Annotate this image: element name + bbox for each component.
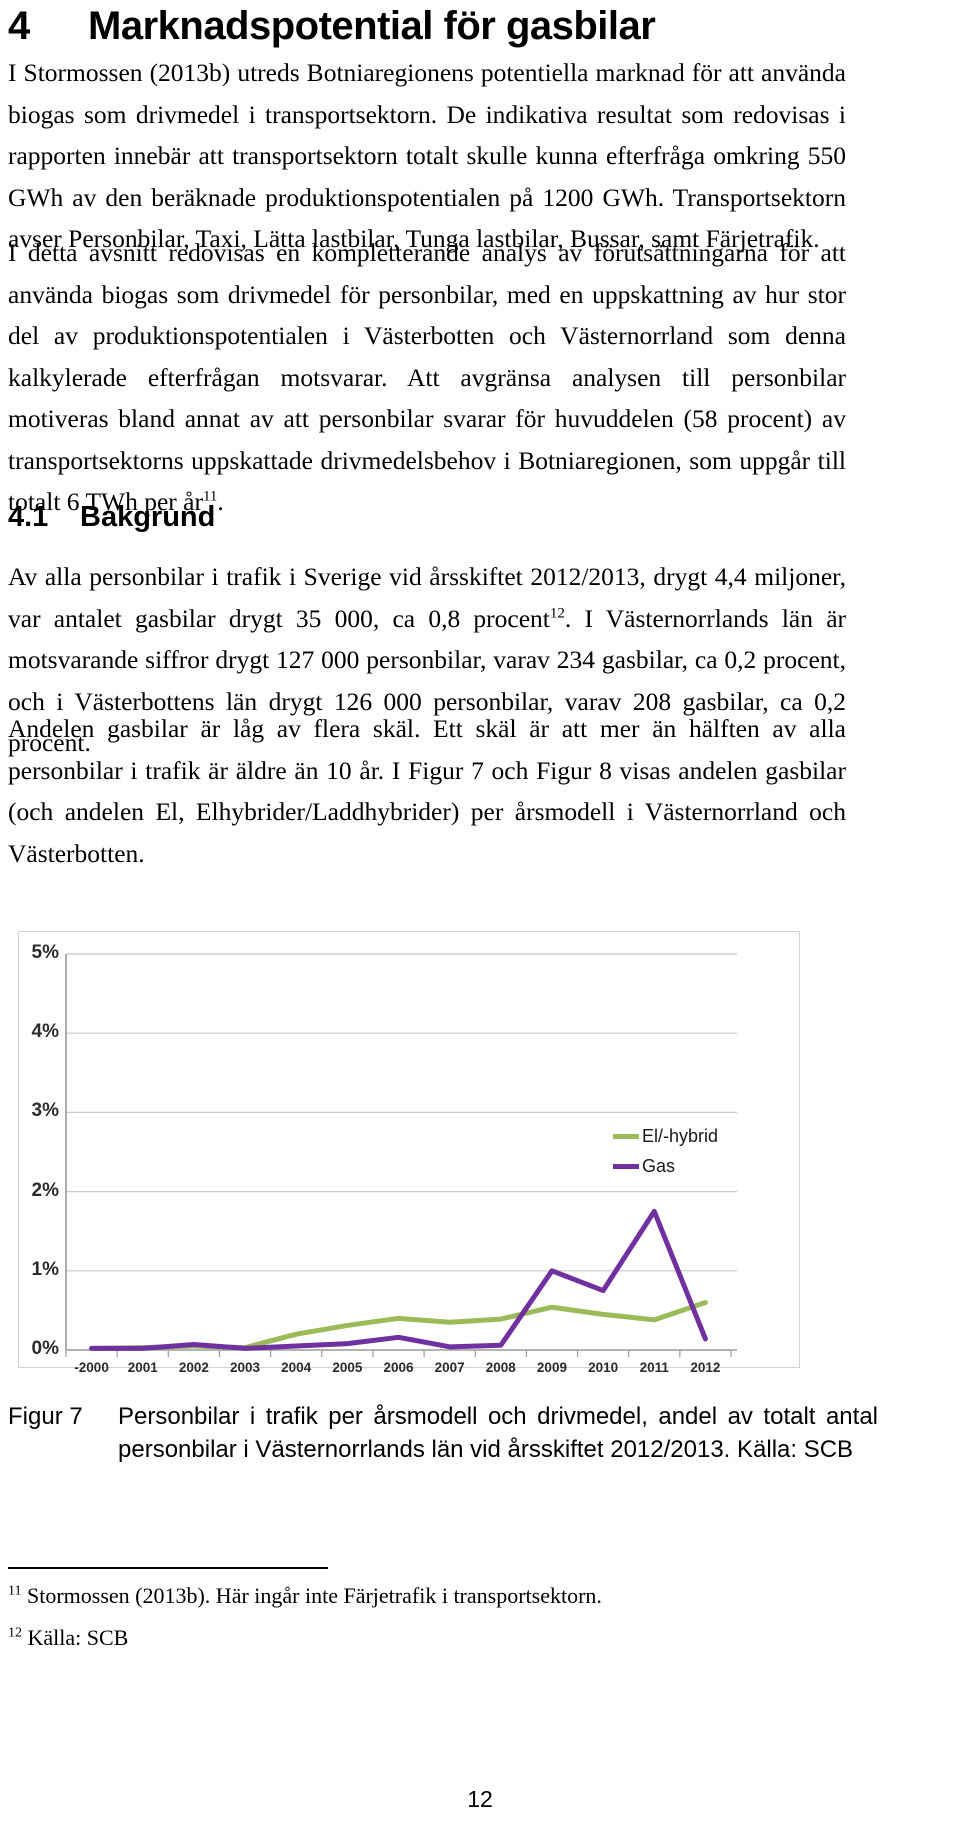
chart-y-tick-label: 2%	[31, 1179, 59, 1201]
page-number: 12	[467, 1786, 493, 1812]
paragraph-2-text: I detta avsnitt redovisas en komplettera…	[8, 238, 846, 516]
chart-gridlines	[66, 953, 737, 1351]
chapter-number: 4	[8, 4, 30, 48]
chart-x-ticks	[65, 1350, 732, 1357]
paragraph-2: I detta avsnitt redovisas en komplettera…	[8, 232, 846, 523]
footnote-11-text: Stormossen (2013b). Här ingår inte Färje…	[26, 1583, 602, 1608]
chapter-title: Marknadspotential för gasbilar	[88, 4, 656, 48]
chart-y-tick-label: 0%	[31, 1338, 59, 1359]
paragraph-1: I Stormossen (2013b) utreds Botniaregion…	[8, 58, 846, 253]
chart-x-tick-label: 2010	[588, 1360, 619, 1375]
chart-x-tick-label: 2009	[536, 1360, 567, 1375]
section-number: 4.1	[8, 501, 49, 533]
figure-label: Figur 7	[8, 1403, 83, 1430]
footnote-12: 12 Källa: SCB	[8, 1622, 128, 1654]
footnote-11: 11 Stormossen (2013b). Här ingår inte Fä…	[8, 1580, 602, 1612]
chart-x-tick-label: 2007	[434, 1360, 465, 1375]
chart-x-tick-label: 2008	[485, 1360, 516, 1375]
legend-swatch-el-hybrid	[613, 1133, 639, 1139]
chart-x-tick-label: 2001	[127, 1360, 158, 1375]
chart-line-gas	[89, 1208, 708, 1351]
figure-7-chart: 5% 4% 3% 2% 1% 0% -2000 2001 2002 2003 2004 2005 20…	[18, 931, 800, 1375]
figure-caption-text: Personbilar i trafik per årsmodell och d…	[118, 1403, 878, 1463]
chart-x-tick-label: 2011	[639, 1360, 669, 1375]
chart-x-tick-label: 2003	[230, 1360, 261, 1375]
footnote-12-text: Källa: SCB	[27, 1625, 129, 1650]
chart-x-tick-label: 2006	[383, 1360, 414, 1375]
paragraph-4: Andelen gasbilar är låg av flera skäl. E…	[8, 714, 846, 868]
chart-x-tick-label: 2002	[178, 1360, 209, 1375]
footnote-12-marker: 12	[8, 1625, 22, 1641]
legend-label-gas: Gas	[642, 1156, 676, 1176]
chart-x-tick-label: 2005	[332, 1360, 363, 1375]
footnote-separator	[8, 1567, 328, 1569]
chart-x-tick-label: 2012	[690, 1360, 721, 1375]
section-title: Bakgrund	[80, 501, 216, 533]
legend-label-el-hybrid: El/-hybrid	[642, 1126, 719, 1146]
chart-x-tick-label: -2000	[74, 1360, 109, 1375]
chart-series-group	[89, 1208, 708, 1351]
chart-y-tick-label: 5%	[31, 942, 59, 963]
chart-legend-item-gas: Gas	[613, 1156, 675, 1177]
figure-caption: Figur 7 Personbilar i trafik per årsmode…	[8, 1400, 878, 1466]
paragraph-2-tail: .	[217, 487, 224, 516]
footnote-ref-12: 12	[549, 605, 565, 621]
chart-legend-item-el-hybrid: El/-hybrid	[613, 1126, 718, 1147]
chart-y-tick-label: 1%	[31, 1258, 59, 1280]
chart-canvas	[65, 953, 737, 1357]
chart-line-el-hybrid	[89, 1299, 708, 1351]
chart-y-tick-label: 4%	[31, 1021, 59, 1043]
chapter-heading: 4 Marknadspotential för gasbilar	[8, 4, 656, 49]
chart-x-tick-label: 2004	[281, 1360, 312, 1375]
section-heading: 4.1 Bakgrund	[8, 501, 215, 534]
footnote-11-marker: 11	[8, 1583, 22, 1599]
legend-swatch-gas	[613, 1163, 639, 1169]
chart-y-tick-label: 3%	[31, 1100, 59, 1122]
document-page: 4 Marknadspotential för gasbilar I Stormo…	[0, 0, 960, 1835]
